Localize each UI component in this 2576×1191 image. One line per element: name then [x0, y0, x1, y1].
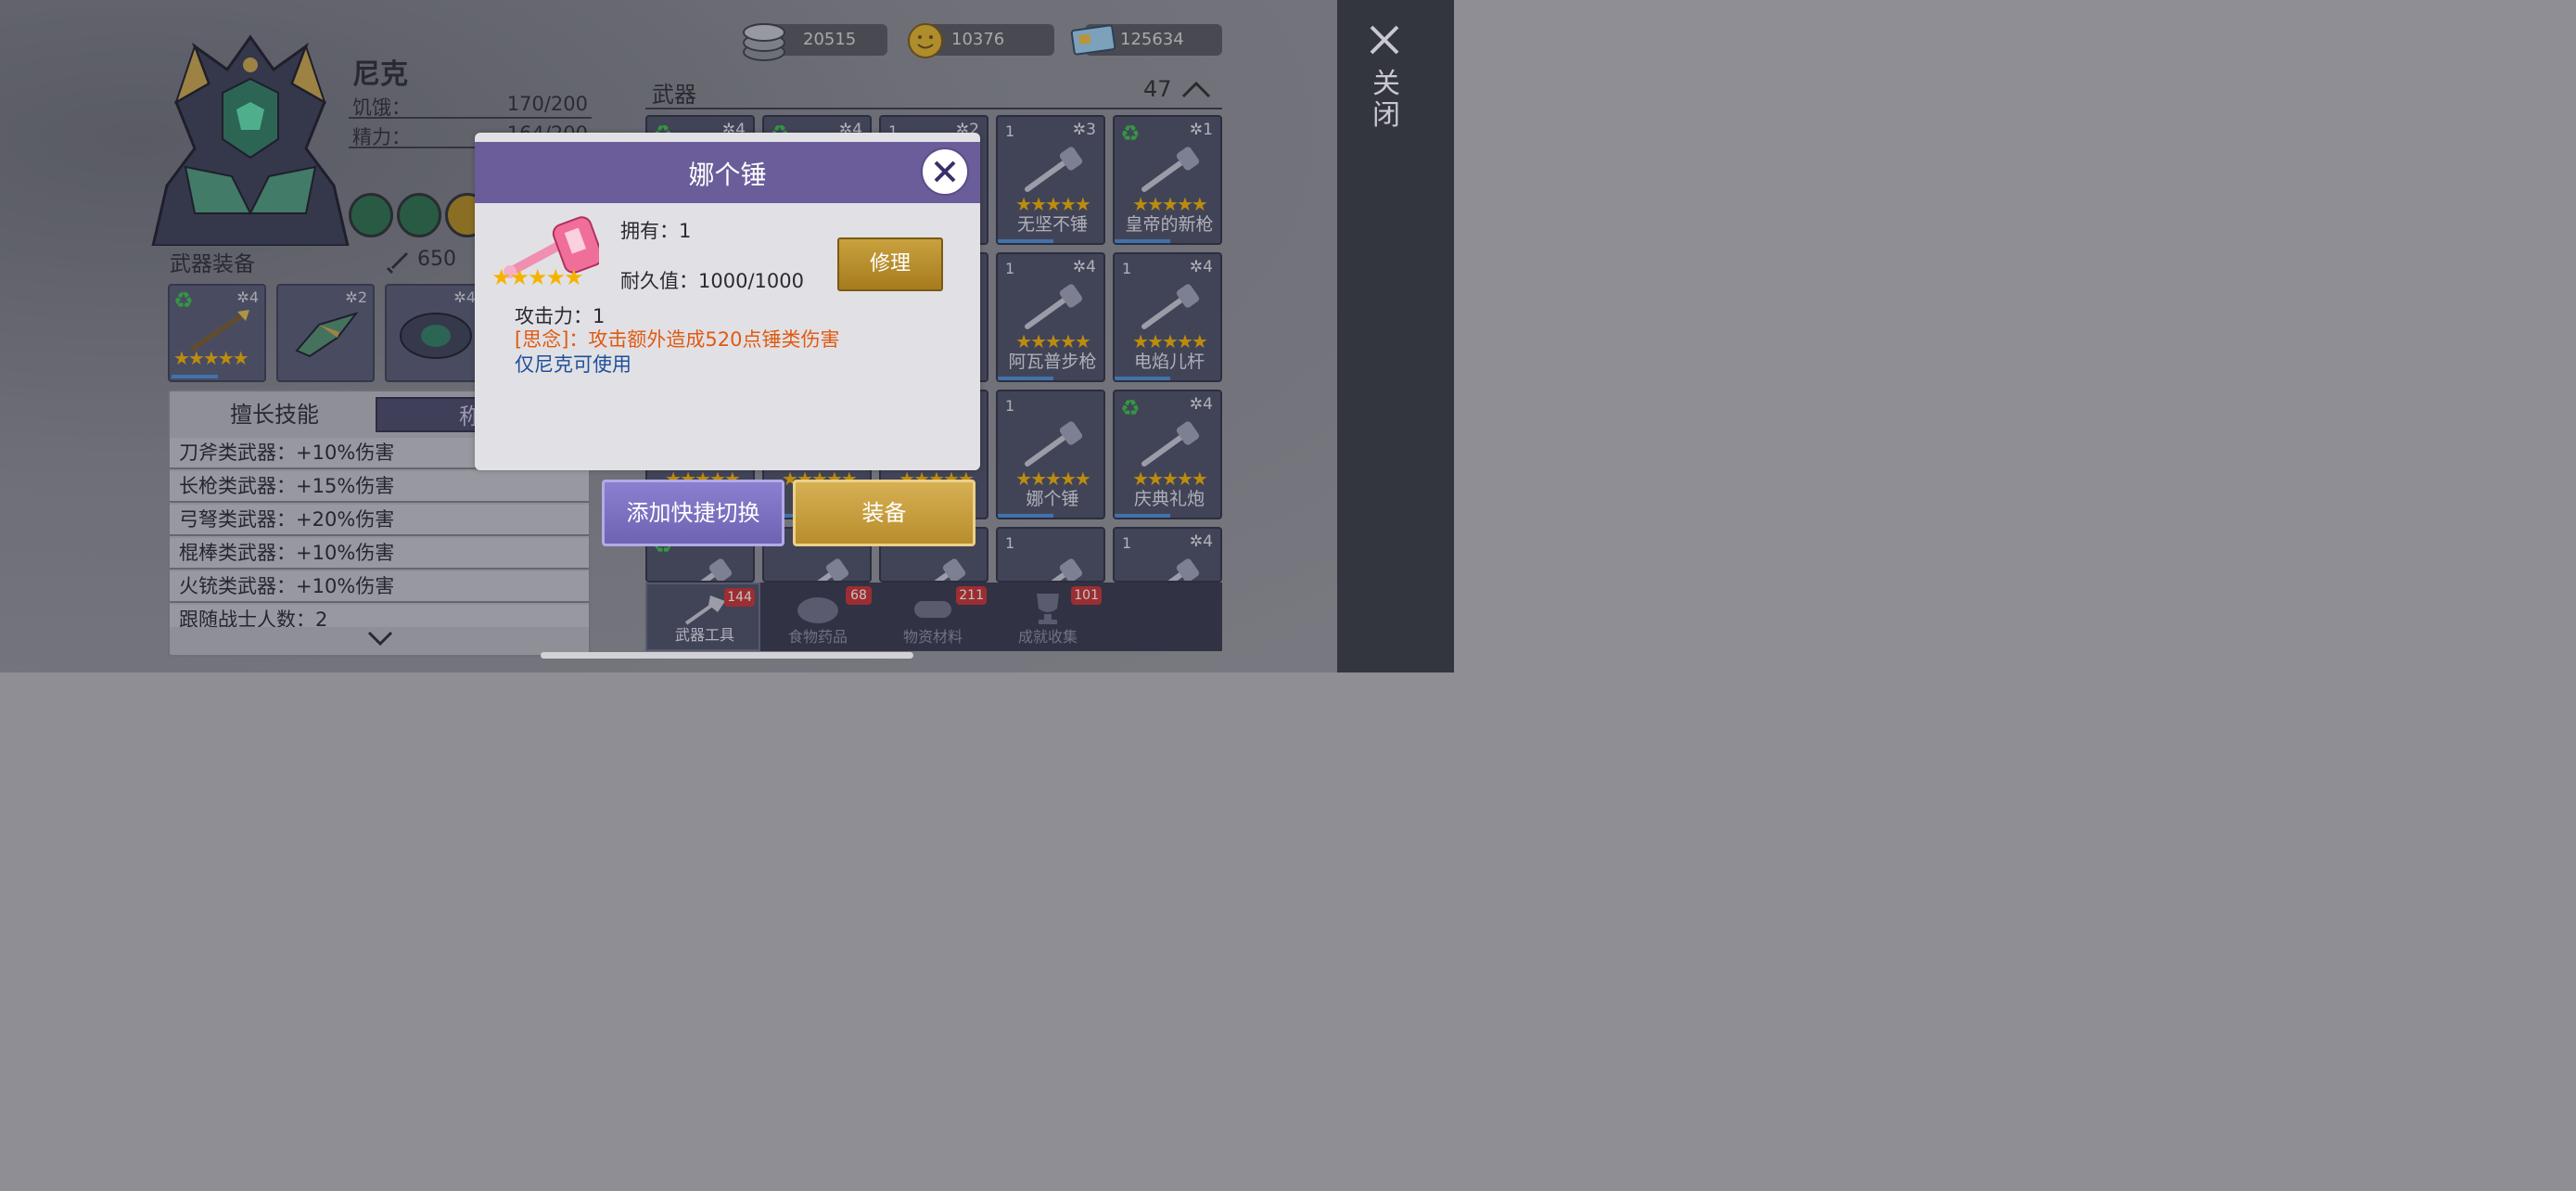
modal-header: 娜个锤 [475, 142, 980, 203]
item-durability: 耐久值：1000/1000 [620, 270, 804, 292]
modal-close-button[interactable] [921, 147, 969, 196]
item-detail-modal: 娜个锤 ★★★★★ 拥有：1 耐久值：1000/1000 修理 攻击力：1 [思… [475, 133, 980, 470]
add-quick-switch-button[interactable]: 添加快捷切换 [602, 480, 784, 546]
equip-button[interactable]: 装备 [793, 480, 976, 546]
close-icon [934, 160, 956, 183]
repair-button[interactable]: 修理 [837, 237, 943, 291]
close-icon[interactable] [1369, 24, 1400, 56]
item-restriction: 仅尼克可使用 [515, 353, 631, 376]
item-stars: ★★★★★ [491, 264, 584, 290]
modal-title: 娜个锤 [688, 160, 767, 190]
item-owned: 拥有：1 [620, 220, 692, 242]
home-indicator [541, 652, 913, 659]
item-special-effect: [思念]：攻击额外造成520点锤类伤害 [515, 328, 840, 351]
close-label[interactable]: 关闭 [1371, 69, 1402, 132]
